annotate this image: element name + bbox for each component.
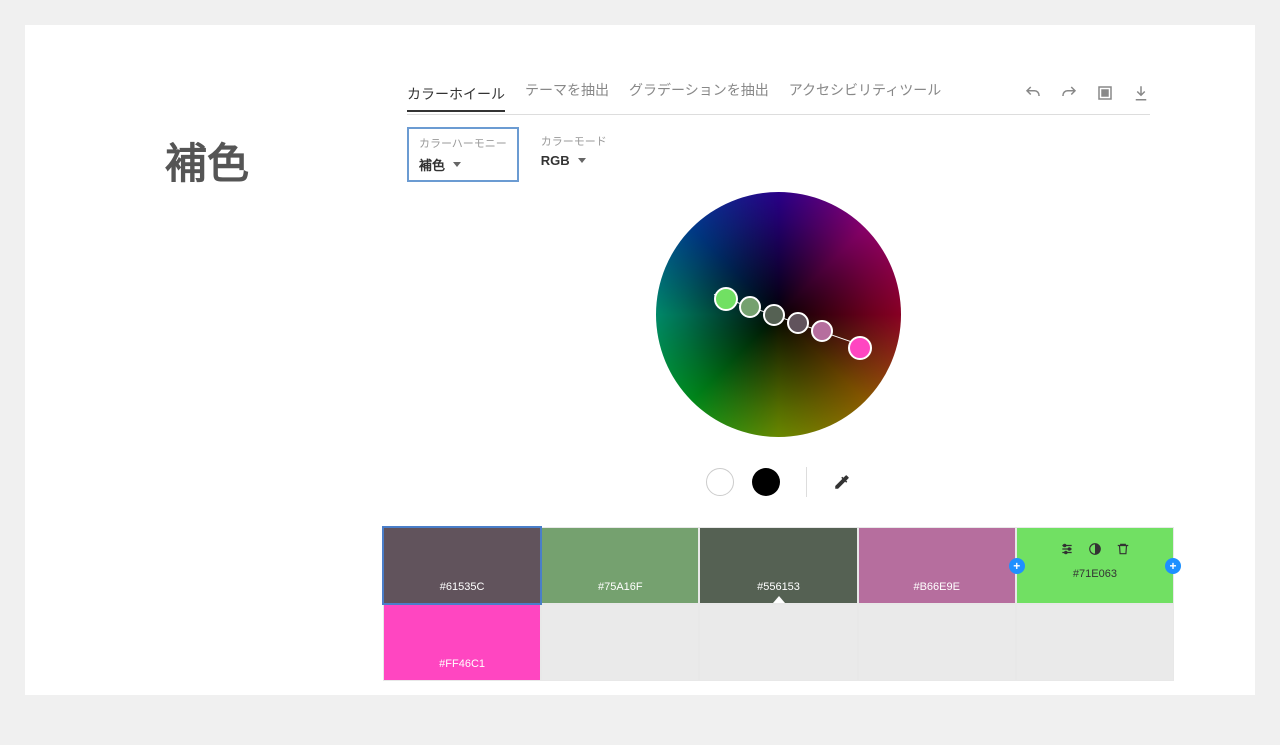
- tab-extract-gradient[interactable]: グラデーションを抽出: [629, 80, 769, 106]
- wheel-color-dot[interactable]: [714, 287, 738, 311]
- wheel-color-dot[interactable]: [848, 336, 872, 360]
- wheel-color-dot[interactable]: [763, 304, 785, 326]
- swatch[interactable]: #556153: [699, 527, 857, 604]
- tab-bar: カラーホイール テーマを抽出 グラデーションを抽出 アクセシビリティツール: [407, 80, 1150, 115]
- swatch-hex-label: #71E063: [1073, 568, 1117, 580]
- swatch[interactable]: #B66E9E: [858, 527, 1016, 604]
- wheel-color-dot[interactable]: [739, 296, 761, 318]
- swatch[interactable]: #71E063++: [1016, 527, 1174, 604]
- swatch-hex-label: #B66E9E: [913, 581, 959, 593]
- white-background-button[interactable]: [706, 468, 734, 496]
- swatch[interactable]: #75A16F: [541, 527, 699, 604]
- page-title: 補色: [165, 130, 249, 191]
- base-color-indicator: [773, 590, 785, 603]
- fullscreen-icon[interactable]: [1096, 84, 1114, 102]
- contrast-icon[interactable]: [1088, 542, 1102, 556]
- sliders-icon[interactable]: [1060, 542, 1074, 556]
- swatch-empty: [699, 604, 857, 681]
- tab-accessibility[interactable]: アクセシビリティツール: [789, 80, 941, 106]
- tab-color-wheel[interactable]: カラーホイール: [407, 84, 505, 112]
- swatch[interactable]: #FF46C1: [383, 604, 541, 681]
- divider: [806, 467, 807, 497]
- swatch[interactable]: #61535C: [383, 527, 541, 604]
- undo-icon[interactable]: [1024, 84, 1042, 102]
- chevron-down-icon: [578, 158, 586, 167]
- swatch-hex-label: #61535C: [440, 581, 485, 593]
- wheel-color-dot[interactable]: [787, 312, 809, 334]
- tab-extract-theme[interactable]: テーマを抽出: [525, 80, 609, 106]
- mode-selector[interactable]: カラーモード RGB: [531, 127, 617, 182]
- chevron-down-icon: [453, 162, 461, 171]
- trash-icon[interactable]: [1116, 542, 1130, 556]
- wheel-color-dot[interactable]: [811, 320, 833, 342]
- harmony-selector[interactable]: カラーハーモニー 補色: [407, 127, 519, 182]
- harmony-value: 補色: [419, 155, 445, 174]
- swatch-grid: #61535C #75A16F #556153 #B66E9E #71E063++ #F…: [383, 527, 1174, 681]
- add-swatch-right[interactable]: +: [1165, 558, 1181, 574]
- black-background-button[interactable]: [752, 468, 780, 496]
- swatch-empty: [858, 604, 1016, 681]
- swatch-empty: [541, 604, 699, 681]
- swatch-empty: [1016, 604, 1174, 681]
- eyedropper-icon[interactable]: [833, 473, 851, 491]
- swatch-hex-label: #FF46C1: [439, 658, 485, 670]
- mode-value: RGB: [541, 153, 570, 168]
- swatch-hex-label: #75A16F: [598, 581, 643, 593]
- download-icon[interactable]: [1132, 84, 1150, 102]
- redo-icon[interactable]: [1060, 84, 1078, 102]
- add-swatch-left[interactable]: +: [1009, 558, 1025, 574]
- color-wheel[interactable]: [656, 192, 901, 437]
- mode-label: カラーモード: [541, 133, 607, 149]
- harmony-label: カラーハーモニー: [419, 135, 507, 151]
